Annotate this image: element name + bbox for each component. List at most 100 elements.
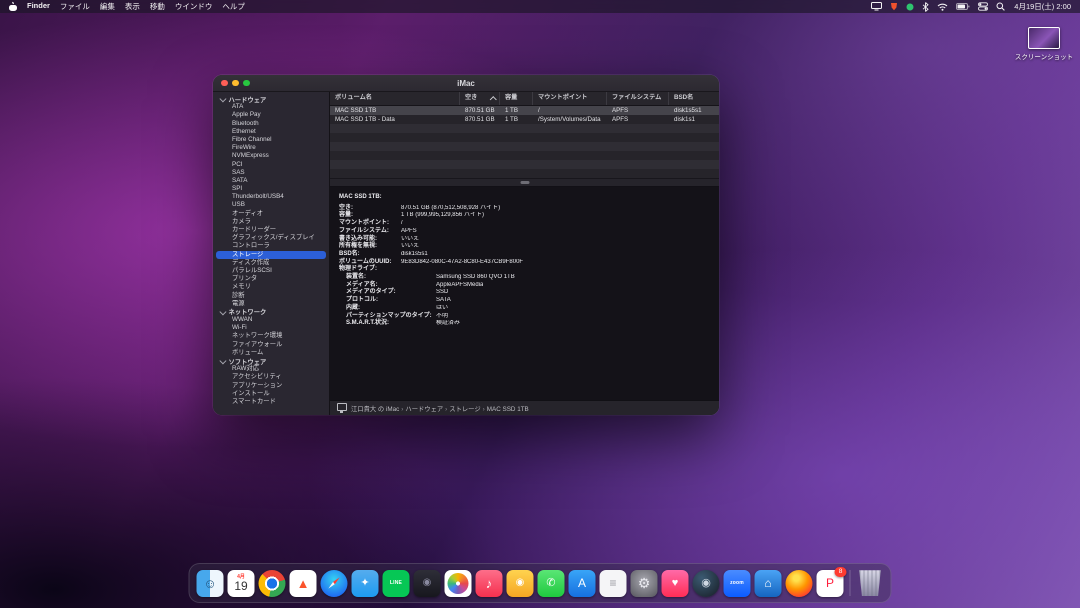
dock-item-pink-app[interactable]: ♥ <box>662 570 689 597</box>
detail-field: マウントポイント:/ <box>339 220 710 228</box>
control-center-icon[interactable] <box>978 2 988 11</box>
field-value: Samsung SSD 860 QVO 1TB <box>436 274 515 282</box>
column-header-空き[interactable]: 空き <box>460 92 500 105</box>
sidebar-item-ATA[interactable]: ATA <box>213 103 329 111</box>
dock-item-music[interactable]: ♪ <box>476 570 503 597</box>
sidebar-item-プリンタ[interactable]: プリンタ <box>213 275 329 283</box>
dock-item-twitter[interactable]: ✦ <box>352 570 379 597</box>
field-label: プロトコル: <box>346 297 436 305</box>
dock-item-line[interactable]: LINE <box>383 570 410 597</box>
apple-menu-icon[interactable] <box>9 2 17 11</box>
battery-icon[interactable] <box>956 3 970 11</box>
column-header-マウントポイント[interactable]: マウントポイント <box>533 92 607 105</box>
detail-field: BSD名:disk1s5s1 <box>339 251 710 259</box>
screenshot-file[interactable]: スクリーンショット <box>1018 27 1070 61</box>
fullscreen-button[interactable] <box>243 80 250 87</box>
sidebar-item-アプリケーション[interactable]: アプリケーション <box>213 382 329 390</box>
dock-item-system-preferences[interactable]: ⚙ <box>631 570 658 597</box>
dock-item-home-app[interactable]: ⌂ <box>755 570 782 597</box>
table-cell <box>500 133 533 142</box>
menu-item-ヘルプ[interactable]: ヘルプ <box>222 1 245 12</box>
sidebar-item-カードリーダー[interactable]: カードリーダー <box>213 226 329 234</box>
sidebar-item-Fibre Channel[interactable]: Fibre Channel <box>213 136 329 144</box>
volumes-table-header: ボリューム名空き容量マウントポイントファイルシステムBSD名 <box>330 92 719 106</box>
sidebar-item-PCI[interactable]: PCI <box>213 161 329 169</box>
dock-item-facetime[interactable]: ✆ <box>538 570 565 597</box>
dock-item-document-app[interactable]: ≡ <box>600 570 627 597</box>
sidebar-item-オーディオ[interactable]: オーディオ <box>213 210 329 218</box>
sidebar-item-Ethernet[interactable]: Ethernet <box>213 128 329 136</box>
brave-shield-icon[interactable] <box>890 2 898 11</box>
menu-item-ファイル[interactable]: ファイル <box>60 1 90 12</box>
dock-item-safari[interactable] <box>321 570 348 597</box>
sidebar-item-インストール[interactable]: インストール <box>213 390 329 398</box>
column-header-BSD名[interactable]: BSD名 <box>669 92 719 105</box>
detail-pane[interactable]: MAC SSD 1TB: 空き:870.51 GB (870,512,508,9… <box>330 187 719 400</box>
table-row[interactable]: MAC SSD 1TB870.51 GB1 TB/APFSdisk1s5s1 <box>330 106 719 115</box>
traffic-lights <box>221 75 250 91</box>
bluetooth-icon[interactable] <box>922 2 929 12</box>
sidebar-item-FireWire[interactable]: FireWire <box>213 144 329 152</box>
table-row[interactable]: MAC SSD 1TB - Data870.51 GB1 TB/System/V… <box>330 115 719 124</box>
minimize-button[interactable] <box>232 80 239 87</box>
menu-bar-clock[interactable]: 4月19日(土) 2:00 <box>1014 1 1071 12</box>
dock-item-brave[interactable]: ▲ <box>290 570 317 597</box>
dock-item-steam[interactable]: ◉ <box>693 570 720 597</box>
sidebar-item-メモリ[interactable]: メモリ <box>213 283 329 291</box>
sidebar-section-ソフトウェア[interactable]: ソフトウェア <box>213 357 329 365</box>
column-header-ボリューム名[interactable]: ボリューム名 <box>330 92 460 105</box>
dock-item-dark-app[interactable]: ◉ <box>414 570 441 597</box>
field-label: 容量: <box>339 212 401 220</box>
sidebar-item-Thunderbolt/USB4[interactable]: Thunderbolt/USB4 <box>213 193 329 201</box>
dock-item-app-store[interactable]: A <box>569 570 596 597</box>
sidebar-item-グラフィックス/ディスプレイ[interactable]: グラフィックス/ディスプレイ <box>213 234 329 242</box>
window-titlebar[interactable]: iMac <box>213 75 719 92</box>
sidebar-item-ファイアウォール[interactable]: ファイアウォール <box>213 341 329 349</box>
screenshot-thumbnail[interactable] <box>1028 27 1060 49</box>
sidebar-item-診断[interactable]: 診断 <box>213 292 329 300</box>
sidebar-item-SPI[interactable]: SPI <box>213 185 329 193</box>
sidebar-item-WWAN[interactable]: WWAN <box>213 316 329 324</box>
sidebar-item-パラレルSCSI[interactable]: パラレルSCSI <box>213 267 329 275</box>
sidebar-item-USB[interactable]: USB <box>213 201 329 209</box>
sidebar-item-SAS[interactable]: SAS <box>213 169 329 177</box>
sidebar-item-スマートカード[interactable]: スマートカード <box>213 398 329 406</box>
sidebar-item-SATA[interactable]: SATA <box>213 177 329 185</box>
sidebar-item-ディスク作成[interactable]: ディスク作成 <box>213 259 329 267</box>
sidebar-item-アクセシビリティ[interactable]: アクセシビリティ <box>213 373 329 381</box>
splitter-handle[interactable] <box>330 178 719 187</box>
table-cell: disk1s5s1 <box>669 106 719 115</box>
sidebar-item-カメラ[interactable]: カメラ <box>213 218 329 226</box>
dock-item-firefox[interactable] <box>786 570 813 597</box>
menu-item-表示[interactable]: 表示 <box>125 1 140 12</box>
sidebar-item-NVMExpress[interactable]: NVMExpress <box>213 152 329 160</box>
menu-item-編集[interactable]: 編集 <box>100 1 115 12</box>
detail-field: ボリュームのUUID:9E83D842-080C-47A2-8C80-E437C… <box>339 259 710 267</box>
sidebar-section-ネットワーク[interactable]: ネットワーク <box>213 308 329 316</box>
sidebar-section-ハードウェア[interactable]: ハードウェア <box>213 95 329 103</box>
dock-item-chrome[interactable] <box>259 570 286 597</box>
dock-item-red-white-app[interactable]: P8 <box>817 570 844 597</box>
dock-item-finder[interactable]: ☺ <box>197 570 224 597</box>
table-cell: 1 TB <box>500 115 533 124</box>
sidebar-item-コントローラ[interactable]: コントローラ <box>213 242 329 250</box>
sidebar-item-Bluetooth[interactable]: Bluetooth <box>213 120 329 128</box>
sidebar-item-ネットワーク環境[interactable]: ネットワーク環境 <box>213 332 329 340</box>
dock-item-zoom[interactable]: zoom <box>724 570 751 597</box>
dock-item-yellow-app[interactable]: ◉ <box>507 570 534 597</box>
stage-manager-icon[interactable] <box>906 3 914 11</box>
menu-item-移動[interactable]: 移動 <box>150 1 165 12</box>
sidebar-item-Apple Pay[interactable]: Apple Pay <box>213 111 329 119</box>
wifi-icon[interactable] <box>937 3 948 11</box>
spotlight-icon[interactable] <box>996 2 1005 11</box>
display-icon[interactable] <box>871 2 882 11</box>
dock-item-photos[interactable] <box>445 570 472 597</box>
menu-item-ウインドウ[interactable]: ウインドウ <box>175 1 213 12</box>
dock-item-calendar[interactable]: 4月19 <box>228 570 255 597</box>
menu-item-Finder[interactable]: Finder <box>27 1 50 12</box>
sidebar-item-ストレージ[interactable]: ストレージ <box>216 251 326 259</box>
close-button[interactable] <box>221 80 228 87</box>
dock-item-trash[interactable] <box>857 570 884 597</box>
column-header-容量[interactable]: 容量 <box>500 92 533 105</box>
column-header-ファイルシステム[interactable]: ファイルシステム <box>607 92 669 105</box>
